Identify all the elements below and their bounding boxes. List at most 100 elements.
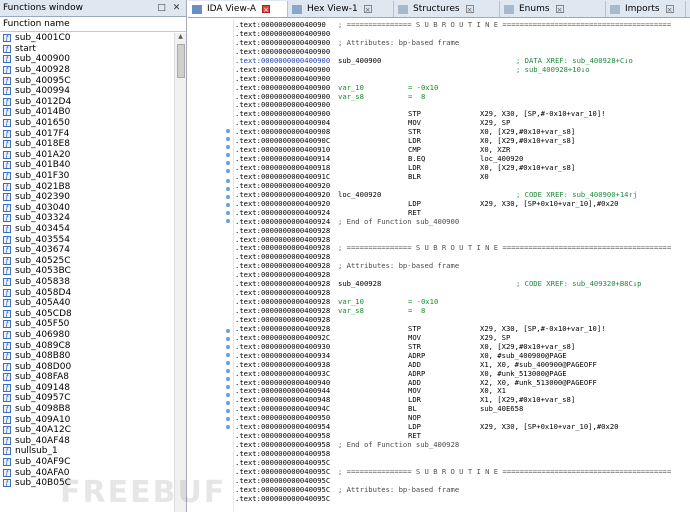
- tab-label: Hex View-1: [307, 4, 358, 14]
- scroll-thumb[interactable]: [177, 44, 185, 78]
- subroutine-separator: ; =============== S U B R O U T I N E ==…: [338, 20, 672, 29]
- function-list-item[interactable]: f sub_400994: [0, 86, 174, 97]
- ida-view[interactable]: .text:000000000040090 ; =============== …: [188, 19, 690, 512]
- code-comment: ; Attributes: bp-based frame: [338, 261, 460, 271]
- function-icon: f: [3, 426, 11, 435]
- scroll-up-icon[interactable]: ▲: [175, 33, 186, 43]
- function-name: sub_405A40: [15, 298, 71, 309]
- flow-marker: [226, 187, 230, 191]
- function-list-item[interactable]: f sub_409148: [0, 383, 174, 394]
- function-list-item[interactable]: f sub_401A20: [0, 150, 174, 161]
- function-list-item[interactable]: f sub_4018E8: [0, 139, 174, 150]
- function-name: sub_400900: [15, 54, 70, 65]
- function-list-item[interactable]: f sub_405F50: [0, 319, 174, 330]
- function-list-item[interactable]: f sub_4012D4: [0, 97, 174, 108]
- function-list-item[interactable]: f start: [0, 44, 174, 55]
- function-list-item[interactable]: f sub_403040: [0, 203, 174, 214]
- function-list-item[interactable]: f sub_405A40: [0, 298, 174, 309]
- function-icon: f: [3, 341, 11, 350]
- function-name: sub_409148: [15, 382, 70, 393]
- column-label: Function name: [3, 19, 70, 29]
- function-name: sub_408FA8: [15, 372, 70, 383]
- tab-view-icon: [504, 4, 514, 14]
- function-list-item[interactable]: f sub_403674: [0, 245, 174, 256]
- function-list-item[interactable]: f sub_403454: [0, 224, 174, 235]
- function-icon: f: [3, 203, 11, 212]
- function-icon: f: [3, 405, 11, 414]
- flow-marker: [226, 329, 230, 333]
- function-list-item[interactable]: f sub_408B80: [0, 351, 174, 362]
- function-list-scrollbar[interactable]: ▲: [174, 33, 186, 512]
- function-name: sub_401650: [15, 118, 70, 129]
- function-name: sub_408D00: [15, 361, 72, 372]
- function-icon: f: [3, 172, 11, 181]
- function-list-item[interactable]: f sub_401F30: [0, 171, 174, 182]
- line-address: .text:000000000040095C: [235, 493, 331, 503]
- function-list-item[interactable]: f sub_4021B8: [0, 181, 174, 192]
- function-list-item[interactable]: f sub_405CD8: [0, 308, 174, 319]
- tab-bar: IDA View-A × Hex View-1 × Structures × Enums × I…: [188, 0, 690, 18]
- tab-imports[interactable]: Imports ×: [606, 1, 686, 17]
- tab-close-icon[interactable]: ×: [262, 5, 271, 14]
- function-list-item[interactable]: f sub_4058D4: [0, 287, 174, 298]
- close-icon[interactable]: ✕: [171, 3, 182, 14]
- code-line[interactable]: .text:000000000040095C: [235, 493, 690, 504]
- flow-marker: [226, 211, 230, 215]
- flow-marker: [226, 425, 230, 429]
- function-name: sub_405F50: [15, 319, 70, 330]
- function-list-item[interactable]: f sub_401B40: [0, 160, 174, 171]
- function-list-item[interactable]: f sub_406980: [0, 330, 174, 341]
- function-icon: f: [3, 34, 11, 43]
- function-icon: f: [3, 267, 11, 276]
- function-list-item[interactable]: f sub_40095C: [0, 75, 174, 86]
- function-list-item[interactable]: f sub_409A10: [0, 414, 174, 425]
- tab-label: IDA View-A: [207, 4, 257, 14]
- function-list-item[interactable]: f sub_400900: [0, 54, 174, 65]
- function-list-item[interactable]: f sub_4089C8: [0, 340, 174, 351]
- function-list-item[interactable]: f sub_4014B0: [0, 107, 174, 118]
- float-window-icon[interactable]: □: [156, 3, 167, 14]
- function-list-item[interactable]: f sub_402390: [0, 192, 174, 203]
- function-list-item[interactable]: f sub_401650: [0, 118, 174, 129]
- function-list-item[interactable]: f sub_40525C: [0, 255, 174, 266]
- function-list-item[interactable]: f sub_40AF9C: [0, 457, 174, 468]
- function-list-item[interactable]: f sub_4098B8: [0, 404, 174, 415]
- function-list-item[interactable]: f sub_40A12C: [0, 425, 174, 436]
- code-label: sub_400900: [338, 55, 382, 65]
- function-list-item[interactable]: f sub_400928: [0, 65, 174, 76]
- function-name: sub_4089C8: [15, 340, 71, 351]
- function-list-item[interactable]: f sub_408D00: [0, 361, 174, 372]
- tab-hex-view-1[interactable]: Hex View-1 ×: [288, 1, 394, 17]
- function-list-item[interactable]: f sub_408FA8: [0, 372, 174, 383]
- function-list-item[interactable]: f sub_403554: [0, 234, 174, 245]
- function-list-item[interactable]: f sub_4017F4: [0, 128, 174, 139]
- function-name-column-header[interactable]: Function name: [0, 17, 186, 32]
- tab-close-icon[interactable]: ×: [555, 5, 564, 14]
- tab-close-icon[interactable]: ×: [465, 5, 474, 14]
- flow-marker: [226, 195, 230, 199]
- stack-variable-offset: = 8: [408, 91, 426, 101]
- function-list-item[interactable]: f sub_4053BC: [0, 266, 174, 277]
- function-icon: f: [3, 415, 11, 424]
- instruction-operands: sub_40E658: [480, 404, 524, 414]
- function-list-item[interactable]: f sub_4001C0: [0, 33, 174, 44]
- watermark: FREEBUF: [60, 475, 227, 510]
- xref-comment: ; sub_400928+10↓o: [516, 64, 590, 74]
- function-icon: f: [3, 140, 11, 149]
- tab-enums[interactable]: Enums ×: [500, 1, 606, 17]
- function-list-item[interactable]: f sub_40AF48: [0, 436, 174, 447]
- flow-marker: [226, 203, 230, 207]
- function-name: sub_40AF48: [15, 435, 70, 446]
- xref-comment: ; CODE XREF: sub_409320+B8C↓p: [516, 279, 642, 289]
- function-list-item[interactable]: f sub_403324: [0, 213, 174, 224]
- tab-ida-view-a[interactable]: IDA View-A ×: [188, 1, 288, 17]
- function-list-item[interactable]: f nullsub_1: [0, 446, 174, 457]
- tab-close-icon[interactable]: ×: [665, 5, 674, 14]
- function-name: sub_400928: [15, 65, 70, 76]
- tab-close-icon[interactable]: ×: [363, 5, 372, 14]
- function-icon: f: [3, 256, 11, 265]
- function-name: sub_40095C: [15, 75, 71, 86]
- tab-structures[interactable]: Structures ×: [394, 1, 500, 17]
- function-list-item[interactable]: f sub_405838: [0, 277, 174, 288]
- function-list-item[interactable]: f sub_40957C: [0, 393, 174, 404]
